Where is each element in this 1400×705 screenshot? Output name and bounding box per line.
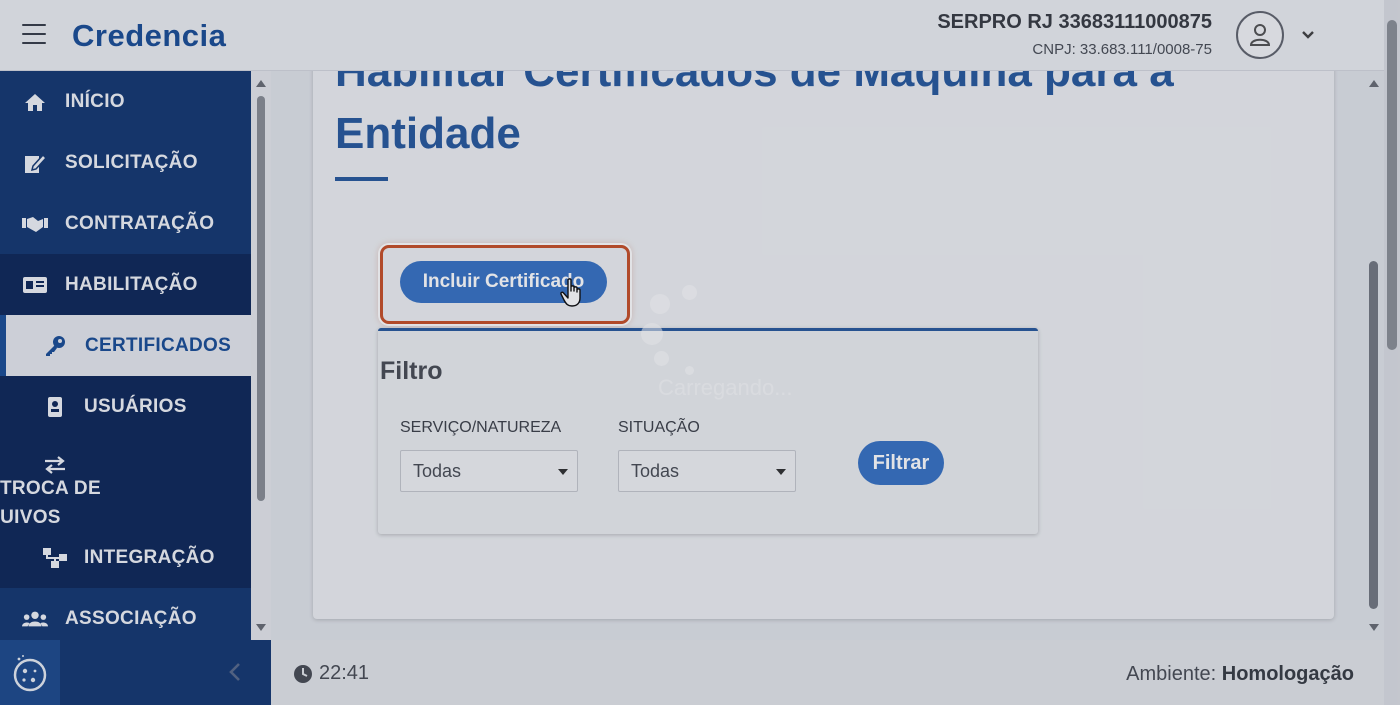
content-card: Habilitar Certificados de Máquina para a… xyxy=(313,71,1334,619)
sidebar-item-troca-de-arquivos[interactable]: TROCA DE ARQUIVOS xyxy=(0,437,251,528)
clock-icon xyxy=(294,664,312,683)
servico-select-value: Todas xyxy=(413,461,462,481)
filter-panel: Filtro SERVIÇO/NATUREZA Todas SITUAÇÃO T… xyxy=(378,328,1038,534)
sidebar-scrollbar[interactable] xyxy=(251,71,271,640)
scroll-down-icon[interactable] xyxy=(1369,624,1379,631)
main-content: Habilitar Certificados de Máquina para a… xyxy=(271,71,1364,640)
top-header: Credencia SERPRO RJ 33683111000875 CNPJ:… xyxy=(0,0,1384,71)
filtrar-button[interactable]: Filtrar xyxy=(858,441,944,485)
sidebar-item-contratacao[interactable]: CONTRATAÇÃO xyxy=(0,193,251,254)
sidebar-item-solicitacao[interactable]: SOLICITAÇÃO xyxy=(0,132,251,193)
id-card-icon xyxy=(22,276,48,294)
environment-value: Homologação xyxy=(1221,663,1354,685)
sidebar-item-associacao[interactable]: ASSOCIAÇÃO xyxy=(0,588,251,640)
filter-title: Filtro xyxy=(380,357,443,385)
sidebar-item-label: INÍCIO xyxy=(65,90,125,112)
sidebar: INÍCIO SOLICITAÇÃO CONTRATAÇÃO HABILITAÇ… xyxy=(0,71,251,640)
caret-down-icon xyxy=(558,469,568,475)
scroll-up-icon[interactable] xyxy=(256,80,266,87)
exchange-icon xyxy=(42,456,68,474)
scrollbar-thumb[interactable] xyxy=(1369,261,1378,609)
menu-icon[interactable] xyxy=(22,24,46,44)
sidebar-footer xyxy=(0,640,271,705)
sidebar-item-integracao[interactable]: INTEGRAÇÃO xyxy=(0,527,251,588)
collapse-sidebar-icon[interactable] xyxy=(228,662,242,687)
main-scrollbar[interactable] xyxy=(1364,71,1384,640)
sidebar-item-label: CONTRATAÇÃO xyxy=(65,212,215,234)
chevron-down-icon[interactable] xyxy=(1301,27,1315,45)
organization-cnpj: CNPJ: 33.683.111/0008-75 xyxy=(1032,41,1212,58)
situacao-select[interactable]: Todas xyxy=(618,450,796,492)
sidebar-item-habilitacao[interactable]: HABILITAÇÃO xyxy=(0,254,251,315)
situacao-select-value: Todas xyxy=(631,461,680,481)
users-icon xyxy=(22,610,48,628)
sidebar-item-label: HABILITAÇÃO xyxy=(65,273,198,295)
sidebar-item-label: SOLICITAÇÃO xyxy=(65,151,198,173)
app-logo[interactable]: Credencia xyxy=(72,18,226,54)
sidebar-item-label: CERTIFICADOS xyxy=(85,334,232,356)
session-timer: 22:41 xyxy=(293,662,369,685)
window-scrollbar[interactable] xyxy=(1384,0,1400,705)
key-icon xyxy=(42,335,68,357)
situacao-label: SITUAÇÃO xyxy=(618,419,700,436)
sidebar-item-certificados[interactable]: CERTIFICADOS xyxy=(0,315,251,376)
cookie-icon[interactable] xyxy=(0,640,60,705)
environment-label: Ambiente: xyxy=(1126,663,1217,685)
handshake-icon xyxy=(22,215,48,233)
environment-info: Ambiente: Homologação xyxy=(1126,663,1354,686)
sidebar-item-label: ASSOCIAÇÃO xyxy=(65,607,197,629)
spinner-dot xyxy=(682,285,697,300)
status-bar: 22:41 Ambiente: Homologação xyxy=(271,640,1384,705)
incluir-certificado-button[interactable]: Incluir Certificado xyxy=(400,261,607,303)
caret-down-icon xyxy=(776,469,786,475)
sidebar-item-usuarios[interactable]: USUÁRIOS xyxy=(0,376,251,437)
servico-label: SERVIÇO/NATUREZA xyxy=(400,419,562,436)
home-icon xyxy=(22,92,48,112)
page-title: Habilitar Certificados de Máquina para a… xyxy=(335,71,1174,158)
scrollbar-thumb[interactable] xyxy=(257,96,265,501)
sitemap-icon xyxy=(42,547,68,569)
scrollbar-thumb[interactable] xyxy=(1387,20,1397,350)
session-time: 22:41 xyxy=(319,662,370,684)
title-underline xyxy=(335,177,388,181)
servico-select[interactable]: Todas xyxy=(400,450,578,492)
user-badge-icon xyxy=(42,396,68,418)
edit-icon xyxy=(22,152,48,174)
spinner-dot xyxy=(650,294,670,314)
sidebar-item-inicio[interactable]: INÍCIO xyxy=(0,71,251,132)
sidebar-item-label: INTEGRAÇÃO xyxy=(84,546,215,568)
user-avatar-icon[interactable] xyxy=(1236,11,1284,59)
organization-name: SERPRO RJ 33683111000875 xyxy=(937,11,1212,33)
sidebar-item-label: TROCA DE xyxy=(0,478,101,499)
sidebar-item-label: USUÁRIOS xyxy=(84,395,187,417)
scroll-down-icon[interactable] xyxy=(256,624,266,631)
scroll-up-icon[interactable] xyxy=(1369,80,1379,87)
